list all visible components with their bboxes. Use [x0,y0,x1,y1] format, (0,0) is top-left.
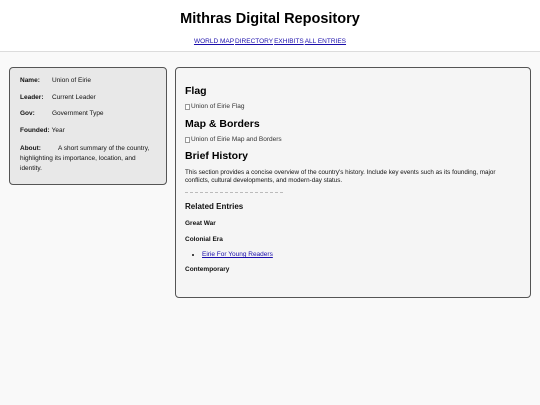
infobox-leader-row: Leader: Current Leader [20,93,156,102]
nav-link-world-map[interactable]: WORLD MAP [194,38,234,45]
related-entries-heading: Related Entries [185,202,244,212]
site-title: Mithras Digital Repository [180,11,360,27]
infobox-about-row: About: A short summary of the country, hi… [20,144,156,174]
era-great-war: Great War [185,220,216,228]
nav-link-all-entries[interactable]: ALL ENTRIES [305,38,346,45]
map-image-alt: Union of Eirie Map and Borders [191,136,282,143]
broken-image-icon [185,136,190,143]
top-nav: WORLD MAPDIRECTORYEXHIBITSALL ENTRIES [0,38,540,45]
leader-value: Current Leader [52,93,96,101]
founded-value: Year [51,126,65,134]
flag-heading: Flag [185,85,207,97]
flag-image-alt: Union of Eirie Flag [191,103,245,110]
nav-link-exhibits[interactable]: EXHIBITS [274,38,304,45]
entry-link-eirie-for-young-readers[interactable]: Eirie For Young Readers [202,251,273,258]
about-label: About: [20,145,41,152]
list-item: Eirie For Young Readers [202,251,521,258]
nav-link-directory[interactable]: DIRECTORY [235,38,273,45]
entry-content: Flag Union of Eirie Flag Map & Borders U… [175,67,531,298]
section-divider [185,192,283,194]
map-heading: Map & Borders [185,118,260,130]
infobox-gov-row: Gov: Government Type [20,110,156,118]
history-heading: Brief History [185,150,249,162]
leader-label: Leader: [20,93,44,101]
map-image: Union of Eirie Map and Borders [185,136,521,143]
colonial-era-links: Eirie For Young Readers [185,251,521,258]
name-label: Name: [20,77,40,84]
gov-value: Government Type [52,110,104,117]
country-infobox: Name: Union of Eirie Leader: Current Leade… [9,67,167,185]
era-contemporary: Contemporary [185,266,230,274]
era-colonial: Colonial Era [185,236,223,244]
site-header: Mithras Digital Repository WORLD MAPDIRE… [0,0,540,52]
infobox-name-row: Name: Union of Eirie [20,77,156,85]
founded-label: Founded: [20,126,50,134]
gov-label: Gov: [20,110,35,117]
name-value: Union of Eirie [52,77,92,84]
broken-image-icon [185,103,190,110]
infobox-founded-row: Founded: Year [20,126,156,135]
history-text: This section provides a concise overview… [185,169,496,185]
flag-image: Union of Eirie Flag [185,103,521,110]
